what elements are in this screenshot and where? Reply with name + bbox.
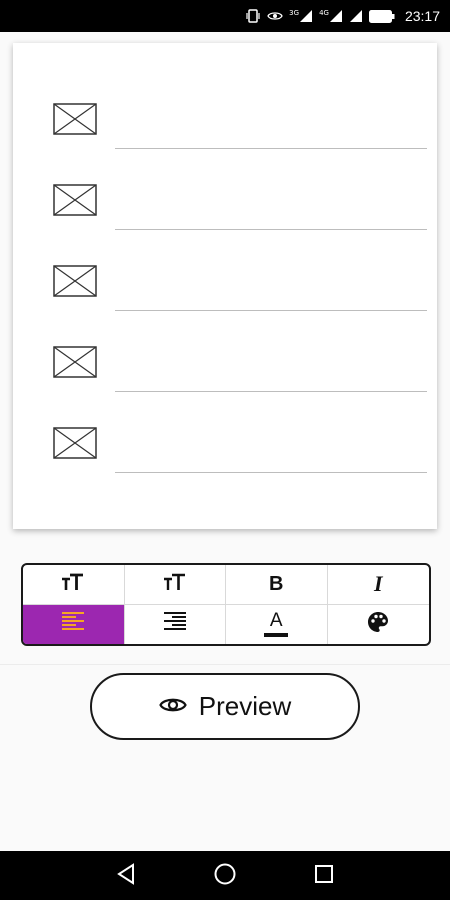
text-input-line[interactable] xyxy=(115,472,427,473)
vibrate-icon xyxy=(245,9,261,23)
status-bar: 3G 4G 23:17 xyxy=(0,0,450,32)
broken-image-icon xyxy=(53,265,97,297)
status-icons: 3G 4G 23:17 xyxy=(245,0,440,32)
navigation-bar xyxy=(0,851,450,900)
home-button[interactable] xyxy=(195,851,255,900)
status-time: 23:17 xyxy=(404,8,440,24)
broken-image-icon xyxy=(53,184,97,216)
recents-button[interactable] xyxy=(294,851,354,900)
text-size-increase-icon xyxy=(61,573,85,595)
italic-button[interactable]: I xyxy=(327,565,429,605)
text-color-button[interactable]: A xyxy=(226,604,328,644)
align-right-icon xyxy=(163,611,187,637)
battery-icon xyxy=(368,9,395,23)
text-size-decrease-icon xyxy=(163,573,187,595)
section-divider xyxy=(0,664,450,665)
italic-icon: I xyxy=(373,571,383,597)
back-icon xyxy=(116,862,136,889)
broken-image-icon xyxy=(53,427,97,459)
recents-icon xyxy=(314,864,334,888)
signal-2-icon: 4G xyxy=(319,9,343,23)
format-toolbar: B I A xyxy=(21,563,431,646)
text-color-letter: A xyxy=(269,609,283,631)
form-row xyxy=(13,265,437,325)
form-row xyxy=(13,103,437,163)
broken-image-icon xyxy=(53,103,97,135)
form-row xyxy=(13,346,437,406)
preview-label: Preview xyxy=(198,691,292,721)
bold-button[interactable]: B xyxy=(226,565,328,605)
form-row xyxy=(13,427,437,487)
text-input-line[interactable] xyxy=(115,229,427,230)
home-icon xyxy=(214,863,236,889)
increase-text-size-button[interactable] xyxy=(23,565,125,605)
text-color-icon: A xyxy=(264,609,289,637)
align-right-button[interactable] xyxy=(125,604,226,644)
palette-button[interactable] xyxy=(328,605,430,645)
network-type-label: 3G xyxy=(289,9,300,17)
network-type-label: 4G xyxy=(319,9,329,17)
eye-icon xyxy=(159,695,187,719)
preview-button[interactable]: Preview xyxy=(90,673,360,740)
signal-1-icon: 3G xyxy=(289,9,313,23)
text-input-line[interactable] xyxy=(115,391,427,392)
bold-icon: B xyxy=(269,572,284,595)
eye-comfort-icon xyxy=(267,10,283,22)
broken-image-icon xyxy=(53,346,97,378)
back-button[interactable] xyxy=(96,851,156,900)
form-card xyxy=(13,43,437,529)
form-row xyxy=(13,184,437,244)
text-input-line[interactable] xyxy=(115,148,427,149)
wifi-icon xyxy=(349,9,363,23)
text-input-line[interactable] xyxy=(115,310,427,311)
align-left-icon xyxy=(61,611,85,637)
palette-icon xyxy=(367,611,389,637)
decrease-text-size-button[interactable] xyxy=(124,565,226,605)
align-left-button[interactable] xyxy=(23,604,125,644)
